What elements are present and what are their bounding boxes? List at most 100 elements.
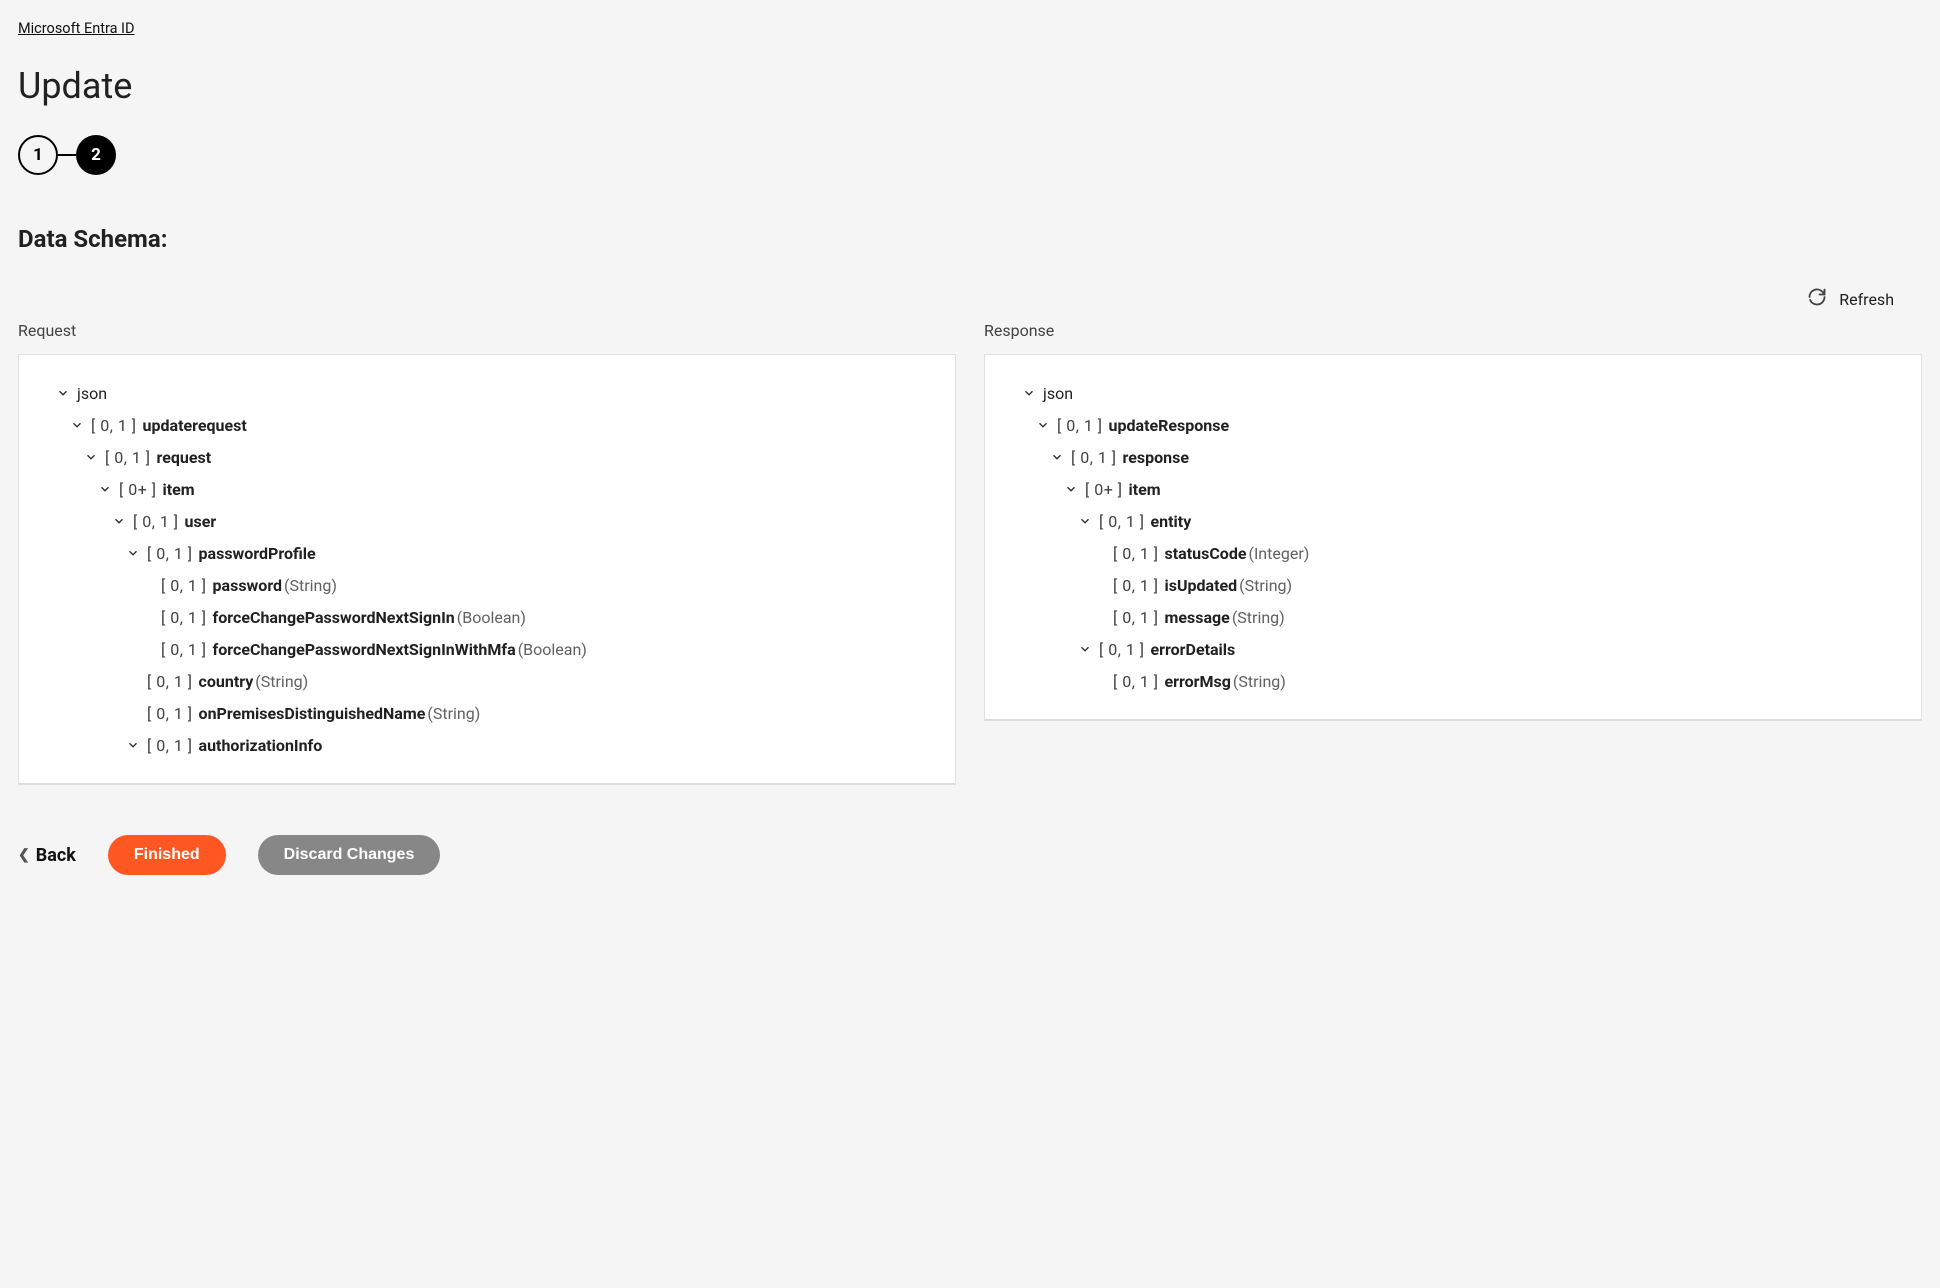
node-type: (Boolean) — [457, 608, 526, 627]
cardinality: [ 0, 1 ] — [161, 576, 207, 595]
refresh-label: Refresh — [1839, 290, 1894, 309]
step-1[interactable]: 1 — [18, 135, 58, 175]
tree-row[interactable]: [ 0, 1 ] response — [1021, 441, 1897, 473]
cardinality: [ 0, 1 ] — [1099, 512, 1145, 531]
breadcrumb-link[interactable]: Microsoft Entra ID — [18, 20, 135, 37]
cardinality: [ 0, 1 ] — [91, 416, 137, 435]
request-label: Request — [18, 321, 956, 340]
cardinality: [ 0, 1 ] — [105, 448, 151, 467]
node-name: isUpdated — [1165, 576, 1238, 595]
node-type: (String) — [427, 704, 480, 723]
node-name: onPremisesDistinguishedName — [199, 704, 426, 723]
node-name: item — [163, 480, 195, 499]
tree-row[interactable]: [ 0, 1 ] isUpdated (String) — [1021, 569, 1897, 601]
request-panel: json [ 0, 1 ] updaterequest [ 0, 1 ] req… — [18, 354, 956, 785]
chevron-down-icon — [111, 514, 127, 528]
chevron-down-icon — [55, 386, 71, 400]
tree-row[interactable]: [ 0, 1 ] errorMsg (String) — [1021, 665, 1897, 697]
chevron-down-icon — [1021, 386, 1037, 400]
node-name: item — [1129, 480, 1161, 499]
node-name: passwordProfile — [199, 544, 316, 563]
tree-row[interactable]: [ 0, 1 ] forceChangePasswordNextSignIn (… — [55, 601, 931, 633]
node-name: forceChangePasswordNextSignIn — [213, 608, 455, 627]
refresh-button[interactable]: Refresh — [1807, 287, 1894, 311]
node-name: user — [185, 512, 217, 531]
chevron-down-icon — [1077, 514, 1093, 528]
discard-changes-button[interactable]: Discard Changes — [258, 835, 441, 875]
tree-row[interactable]: [ 0, 1 ] forceChangePasswordNextSignInWi… — [55, 633, 931, 665]
cardinality: [ 0, 1 ] — [1071, 448, 1117, 467]
tree-row[interactable]: [ 0, 1 ] updateResponse — [1021, 409, 1897, 441]
page-title: Update — [18, 65, 1922, 107]
tree-row[interactable]: [ 0, 1 ] passwordProfile — [55, 537, 931, 569]
node-type: (String) — [284, 576, 337, 595]
response-label: Response — [984, 321, 1922, 340]
node-name: entity — [1151, 512, 1192, 531]
node-name: response — [1123, 448, 1189, 467]
cardinality: [ 0, 1 ] — [161, 608, 207, 627]
tree-row[interactable]: [ 0, 1 ] message (String) — [1021, 601, 1897, 633]
node-name: statusCode — [1165, 544, 1247, 563]
node-name: updaterequest — [143, 416, 247, 435]
cardinality: [ 0, 1 ] — [147, 736, 193, 755]
cardinality: [ 0, 1 ] — [1057, 416, 1103, 435]
node-name: authorizationInfo — [199, 736, 323, 755]
tree-row[interactable]: [ 0, 1 ] country (String) — [55, 665, 931, 697]
tree-row-root[interactable]: json — [55, 377, 931, 409]
node-type: (String) — [1239, 576, 1292, 595]
node-label: json — [77, 384, 107, 403]
chevron-down-icon — [1077, 642, 1093, 656]
stepper: 1 2 — [18, 135, 1922, 175]
node-name: country — [199, 672, 254, 691]
tree-row[interactable]: [ 0+ ] item — [55, 473, 931, 505]
cardinality: [ 0, 1 ] — [1113, 672, 1159, 691]
tree-row[interactable]: [ 0, 1 ] statusCode (Integer) — [1021, 537, 1897, 569]
step-connector — [58, 154, 76, 156]
tree-row-root[interactable]: json — [1021, 377, 1897, 409]
tree-row[interactable]: [ 0, 1 ] user — [55, 505, 931, 537]
tree-row[interactable]: [ 0, 1 ] errorDetails — [1021, 633, 1897, 665]
node-name: errorDetails — [1151, 640, 1236, 659]
back-label: Back — [36, 845, 76, 866]
chevron-down-icon — [125, 546, 141, 560]
cardinality: [ 0, 1 ] — [1113, 544, 1159, 563]
cardinality: [ 0, 1 ] — [1113, 576, 1159, 595]
node-type: (Integer) — [1248, 544, 1309, 563]
node-name: updateResponse — [1109, 416, 1230, 435]
node-type: (String) — [1233, 672, 1286, 691]
chevron-left-icon: ❮ — [18, 847, 30, 863]
chevron-down-icon — [1035, 418, 1051, 432]
finished-button[interactable]: Finished — [108, 835, 226, 875]
cardinality: [ 0, 1 ] — [133, 512, 179, 531]
node-label: json — [1043, 384, 1073, 403]
node-type: (String) — [255, 672, 308, 691]
tree-row[interactable]: [ 0, 1 ] password (String) — [55, 569, 931, 601]
tree-row[interactable]: [ 0, 1 ] entity — [1021, 505, 1897, 537]
tree-row[interactable]: [ 0+ ] item — [1021, 473, 1897, 505]
chevron-down-icon — [69, 418, 85, 432]
cardinality: [ 0, 1 ] — [147, 704, 193, 723]
chevron-down-icon — [97, 482, 113, 496]
step-2[interactable]: 2 — [76, 135, 116, 175]
node-name: password — [213, 576, 283, 595]
cardinality: [ 0+ ] — [119, 480, 157, 499]
section-heading: Data Schema: — [18, 225, 1922, 253]
tree-row[interactable]: [ 0, 1 ] request — [55, 441, 931, 473]
tree-row[interactable]: [ 0, 1 ] updaterequest — [55, 409, 931, 441]
response-panel: json [ 0, 1 ] updateResponse [ 0, 1 ] re… — [984, 354, 1922, 721]
node-type: (Boolean) — [518, 640, 587, 659]
node-name: forceChangePasswordNextSignInWithMfa — [213, 640, 516, 659]
tree-row[interactable]: [ 0, 1 ] onPremisesDistinguishedName (St… — [55, 697, 931, 729]
node-name: message — [1165, 608, 1230, 627]
chevron-down-icon — [83, 450, 99, 464]
tree-row[interactable]: [ 0, 1 ] authorizationInfo — [55, 729, 931, 761]
cardinality: [ 0+ ] — [1085, 480, 1123, 499]
back-button[interactable]: ❮ Back — [18, 845, 76, 866]
refresh-icon — [1807, 287, 1827, 311]
node-name: errorMsg — [1165, 672, 1231, 691]
cardinality: [ 0, 1 ] — [147, 544, 193, 563]
chevron-down-icon — [125, 738, 141, 752]
chevron-down-icon — [1049, 450, 1065, 464]
cardinality: [ 0, 1 ] — [1113, 608, 1159, 627]
chevron-down-icon — [1063, 482, 1079, 496]
